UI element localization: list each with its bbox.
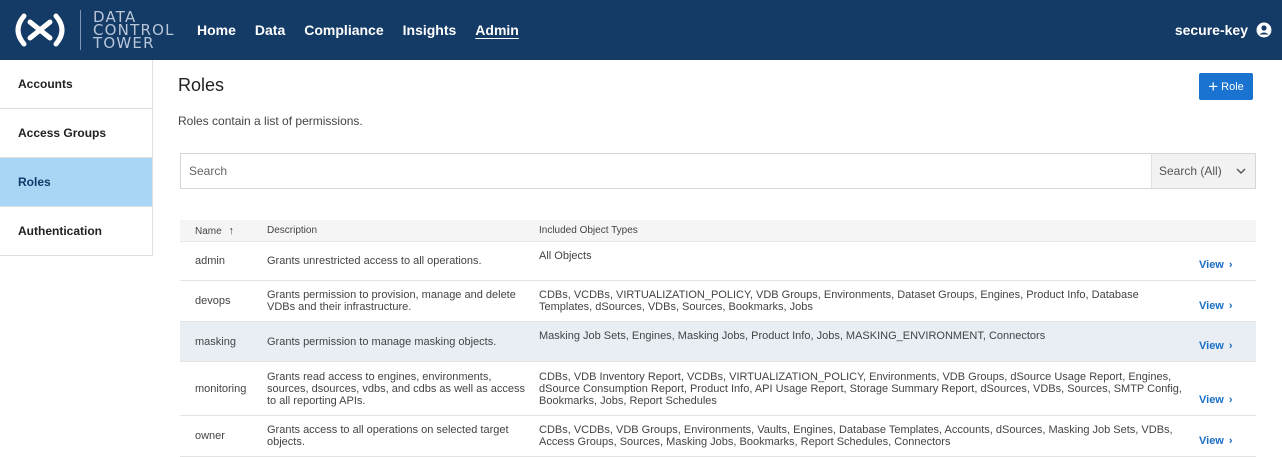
search-bar: Search (All) <box>180 153 1256 189</box>
app-logo[interactable]: DATA CONTROL TOWER <box>10 9 175 50</box>
page-subtitle: Roles contain a list of permissions. <box>178 114 363 128</box>
top-nav-bar: DATA CONTROL TOWER Home Data Compliance … <box>0 0 1282 60</box>
add-role-button[interactable]: + Role <box>1199 73 1253 100</box>
column-header-description: Description <box>267 224 318 236</box>
nav-home[interactable]: Home <box>197 22 236 38</box>
plus-icon: + <box>1208 77 1219 96</box>
search-scope-dropdown[interactable]: Search (All) <box>1151 154 1255 188</box>
view-label: View <box>1199 435 1224 447</box>
nav-compliance[interactable]: Compliance <box>304 22 383 38</box>
column-header-name[interactable]: Name ↑ <box>180 225 267 237</box>
sidebar-item-roles[interactable]: Roles <box>0 158 152 207</box>
user-menu[interactable]: secure-key <box>1175 0 1272 60</box>
user-name: secure-key <box>1174 22 1248 38</box>
main-content: Roles Roles contain a list of permission… <box>153 60 1282 457</box>
table-row[interactable]: owner Grants access to all operations on… <box>180 416 1256 457</box>
role-object-types: Masking Job Sets, Engines, Masking Jobs,… <box>539 330 1046 342</box>
role-name: monitoring <box>195 382 247 395</box>
role-name: owner <box>195 430 225 442</box>
logo-divider <box>80 10 81 50</box>
view-label: View <box>1199 300 1224 312</box>
chevron-right-icon: › <box>1228 435 1233 447</box>
role-name: admin <box>195 255 225 267</box>
view-link[interactable]: View › <box>1199 322 1256 361</box>
chevron-down-icon <box>1236 168 1246 174</box>
admin-sidebar: Accounts Access Groups Roles Authenticat… <box>0 60 153 256</box>
view-link[interactable]: View › <box>1199 362 1256 415</box>
role-object-types: CDBs, VCDBs, VIRTUALIZATION_POLICY, VDB … <box>539 289 1139 313</box>
table-header: Name ↑ Description Included Object Types <box>180 220 1256 242</box>
sidebar-item-accounts[interactable]: Accounts <box>0 60 152 109</box>
nav-admin[interactable]: Admin <box>475 22 519 38</box>
sort-ascending-icon: ↑ <box>228 224 234 237</box>
roles-table: Name ↑ Description Included Object Types… <box>180 220 1256 457</box>
table-row[interactable]: monitoring Grants read access to engines… <box>180 362 1256 416</box>
role-name: masking <box>195 335 236 348</box>
table-row[interactable]: masking Grants permission to manage mask… <box>180 322 1256 362</box>
role-description: Grants read access to engines, environme… <box>267 370 526 407</box>
chevron-right-icon: › <box>1228 300 1233 312</box>
column-header-name-label: Name <box>195 225 222 237</box>
add-role-label: Role <box>1221 80 1244 93</box>
role-description: Grants access to all operations on selec… <box>267 424 509 448</box>
column-header-actions <box>1199 220 1256 241</box>
role-name: devops <box>195 295 231 307</box>
delphix-logo-icon <box>15 13 65 47</box>
role-object-types: All Objects <box>539 250 592 262</box>
logo-wordmark: DATA CONTROL TOWER <box>93 9 175 50</box>
page-title: Roles <box>178 75 225 95</box>
table-row[interactable]: devops Grants permission to provision, m… <box>180 281 1256 322</box>
table-row[interactable]: admin Grants unrestricted access to all … <box>180 242 1256 281</box>
role-description: Grants permission to provision, manage a… <box>267 289 516 313</box>
role-description: Grants unrestricted access to all operat… <box>267 255 482 267</box>
view-label: View <box>1199 259 1224 271</box>
view-link[interactable]: View › <box>1199 281 1256 321</box>
view-link[interactable]: View › <box>1199 242 1256 280</box>
view-link[interactable]: View › <box>1199 416 1256 456</box>
user-account-icon <box>1256 22 1272 38</box>
view-label: View <box>1199 394 1224 406</box>
nav-insights[interactable]: Insights <box>403 22 457 38</box>
role-object-types: CDBs, VCDBs, VDB Groups, Environments, V… <box>539 424 1173 448</box>
sidebar-item-access-groups[interactable]: Access Groups <box>0 109 152 158</box>
role-description: Grants permission to manage masking obje… <box>267 335 497 348</box>
role-object-types: CDBs, VDB Inventory Report, VCDBs, VIRTU… <box>539 370 1182 407</box>
column-header-object-types: Included Object Types <box>539 224 638 236</box>
chevron-right-icon: › <box>1228 394 1233 406</box>
view-label: View <box>1199 340 1224 352</box>
search-input[interactable] <box>181 154 1151 188</box>
search-scope-label: Search (All) <box>1159 164 1222 178</box>
chevron-right-icon: › <box>1228 340 1233 352</box>
sidebar-item-authentication[interactable]: Authentication <box>0 207 152 256</box>
nav-data[interactable]: Data <box>255 22 285 38</box>
chevron-right-icon: › <box>1228 259 1233 271</box>
main-nav: Home Data Compliance Insights Admin <box>197 0 538 60</box>
